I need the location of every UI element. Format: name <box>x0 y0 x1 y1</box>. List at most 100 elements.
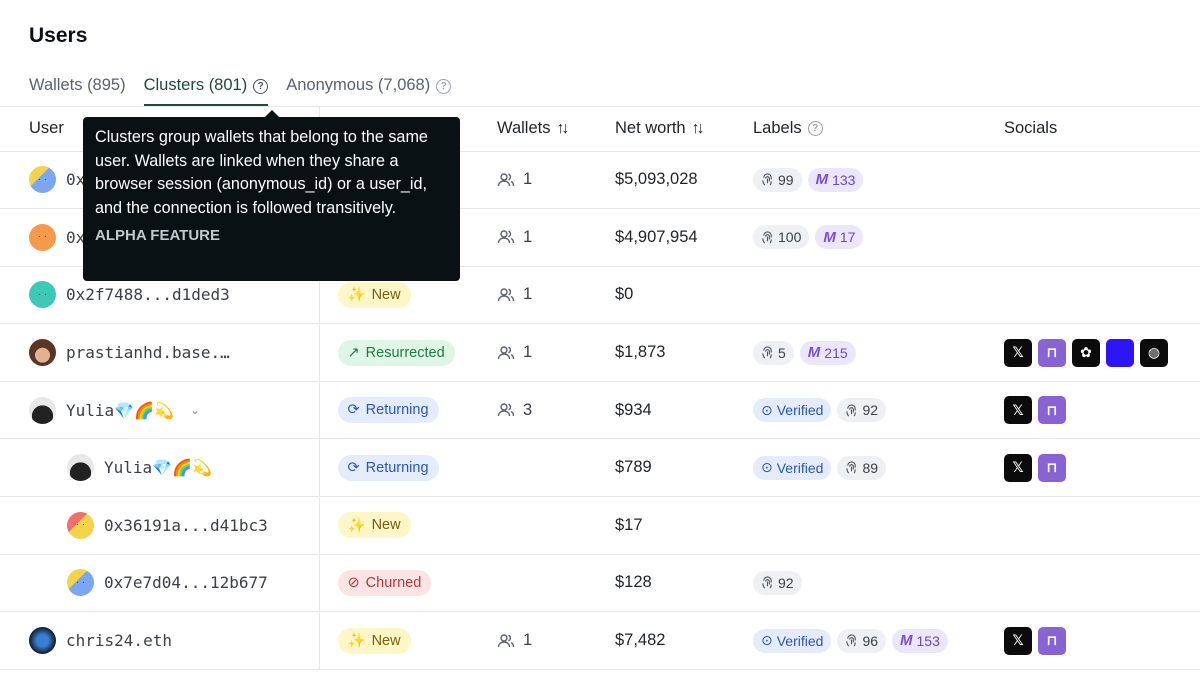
m-logo-icon: M <box>815 171 829 189</box>
label-chip-text: Verified <box>776 402 824 419</box>
verified-chip[interactable]: ⊙ Verified <box>753 628 832 653</box>
column-header-labels-label: Labels <box>753 119 802 138</box>
column-header-labels: Labels? <box>753 107 1004 152</box>
lens-icon[interactable]: ✿ <box>1072 338 1100 367</box>
verified-chip[interactable]: ⊙ Verified <box>753 455 832 480</box>
avatar: · · <box>67 511 94 539</box>
user-name[interactable]: 0x7e7d04...12b677 <box>104 573 268 592</box>
wallet-count: 1 <box>523 170 533 189</box>
label-chip[interactable]: 100 <box>753 225 810 250</box>
status-cell: ⟳ Returning <box>319 381 497 440</box>
socials-cell: 𝕏 ⊓ <box>1004 611 1200 670</box>
chevron-down-icon[interactable]: ⌄ <box>190 403 200 417</box>
wallet-count: 1 <box>523 343 533 362</box>
fingerprint-icon <box>762 346 772 359</box>
status-cell: ✨ New <box>319 496 497 555</box>
label-chip[interactable]: 89 <box>837 455 887 480</box>
labels-cell <box>753 266 1004 325</box>
label-chip[interactable]: 99 <box>753 167 802 192</box>
globe-icon[interactable]: ◍ <box>1140 338 1168 367</box>
arrow-up-right-icon: ↗ <box>347 344 360 361</box>
x-icon[interactable]: 𝕏 <box>1004 338 1032 367</box>
labels-cell: 100 M 17 <box>753 208 1004 267</box>
tab-clusters[interactable]: Clusters (801) ? <box>143 76 269 106</box>
wallet-count: 1 <box>523 227 533 246</box>
tab-wallets[interactable]: Wallets (895) <box>29 76 126 106</box>
user-name[interactable]: Yulia💎🌈💫 <box>104 458 212 477</box>
net-worth-cell: $0 <box>615 266 753 325</box>
verified-chip[interactable]: ⊙ Verified <box>753 398 832 423</box>
label-chip[interactable]: 96 <box>837 628 887 653</box>
churn-icon: ⊘ <box>347 574 360 591</box>
wallet-count: 3 <box>523 400 533 419</box>
net-worth-cell: $4,907,954 <box>615 208 753 267</box>
user-name[interactable]: 0x2f7488...d1ded3 <box>66 285 230 304</box>
status-badge: ⟳ Returning <box>337 397 439 424</box>
tab-anonymous[interactable]: Anonymous (7,068) ? <box>286 76 452 106</box>
label-chip-text: 92 <box>862 402 879 419</box>
label-chip[interactable]: M 133 <box>807 167 864 192</box>
avatar: · · <box>29 281 56 309</box>
label-chip[interactable]: M 215 <box>799 340 856 365</box>
label-chip[interactable]: 92 <box>837 398 887 423</box>
sort-icon[interactable]: ↑↓ <box>692 120 705 138</box>
user-name[interactable]: Yulia💎🌈💫 <box>66 401 174 420</box>
status-badge: ✨ New <box>337 281 411 308</box>
farcaster-icon[interactable]: ⊓ <box>1038 338 1066 367</box>
x-icon[interactable]: 𝕏 <box>1004 626 1032 655</box>
table-row[interactable]: Yulia💎🌈💫 ⌄ ⟳ Returning 3 $934 ⊙ Verified 92… <box>0 381 1200 440</box>
column-header-wallets-label: Wallets <box>497 119 551 138</box>
status-badge-label: New <box>371 632 401 649</box>
user-name[interactable]: chris24.eth <box>66 631 172 650</box>
status-cell: ⟳ Returning <box>319 438 497 498</box>
tab-anonymous-label: Anonymous (7,068) <box>286 76 431 94</box>
socials-cell: 𝕏 ⊓ <box>1004 381 1200 440</box>
x-icon[interactable]: 𝕏 <box>1004 396 1032 425</box>
wallets-cell: 1 <box>497 323 615 382</box>
table-row[interactable]: · · 0x7e7d04...12b677 ⊘ Churned $128 92 <box>0 554 1200 613</box>
status-badge-label: Resurrected <box>365 344 445 361</box>
avatar <box>29 339 56 367</box>
column-header-socials: Socials <box>1004 107 1200 152</box>
farcaster-icon[interactable]: ⊓ <box>1038 626 1066 655</box>
label-chip[interactable]: 92 <box>753 570 802 595</box>
farcaster-icon[interactable]: ⊓ <box>1038 396 1066 425</box>
page-title: Users <box>29 24 88 47</box>
column-header-net-worth-label: Net worth <box>615 119 686 138</box>
table-row[interactable]: · · 0x36191a...d41bc3 ✨ New $17 <box>0 496 1200 555</box>
label-chip[interactable]: 5 <box>753 340 794 365</box>
avatar <box>29 627 56 655</box>
label-chip[interactable]: M 153 <box>892 628 948 653</box>
m-logo-icon: M <box>807 344 821 362</box>
table-row[interactable]: prastianhd.base.… ↗ Resurrected 1 $1,873 … <box>0 323 1200 382</box>
socials-cell <box>1004 266 1200 325</box>
status-badge-label: New <box>371 517 401 534</box>
status-badge: ⟳ Returning <box>337 454 439 481</box>
column-header-net-worth[interactable]: Net worth ↑↓ <box>615 107 753 152</box>
sparkle-icon: ✨ <box>347 287 366 304</box>
m-logo-icon: M <box>900 632 913 650</box>
social-icon[interactable] <box>1106 338 1134 367</box>
labels-cell: 92 <box>753 554 1004 613</box>
user-name[interactable]: 0x36191a...d41bc3 <box>104 516 268 535</box>
label-chip[interactable]: M 17 <box>815 225 864 250</box>
avatar: · · <box>29 223 56 251</box>
people-icon <box>497 230 515 244</box>
label-chip-text: 5 <box>778 344 786 361</box>
table-row[interactable]: Yulia💎🌈💫 ⟳ Returning $789 ⊙ Verified 89 𝕏 … <box>0 438 1200 498</box>
help-icon[interactable]: ? <box>253 79 269 94</box>
x-icon[interactable]: 𝕏 <box>1004 453 1032 482</box>
sort-icon[interactable]: ↑↓ <box>556 120 569 138</box>
fingerprint-icon <box>846 634 857 647</box>
sparkle-icon: ✨ <box>347 633 366 650</box>
column-header-wallets[interactable]: Wallets ↑↓ <box>497 107 615 152</box>
user-name[interactable]: prastianhd.base.… <box>66 343 230 362</box>
table-row[interactable]: chris24.eth ✨ New 1 $7,482 ⊙ Verified 96 M… <box>0 611 1200 670</box>
avatar: · · <box>29 166 56 194</box>
help-icon[interactable]: ? <box>436 79 452 94</box>
farcaster-icon[interactable]: ⊓ <box>1038 453 1066 482</box>
help-icon[interactable]: ? <box>807 121 823 137</box>
net-worth-cell: $934 <box>615 381 753 440</box>
net-worth-cell: $128 <box>615 554 753 613</box>
socials-cell <box>1004 151 1200 210</box>
